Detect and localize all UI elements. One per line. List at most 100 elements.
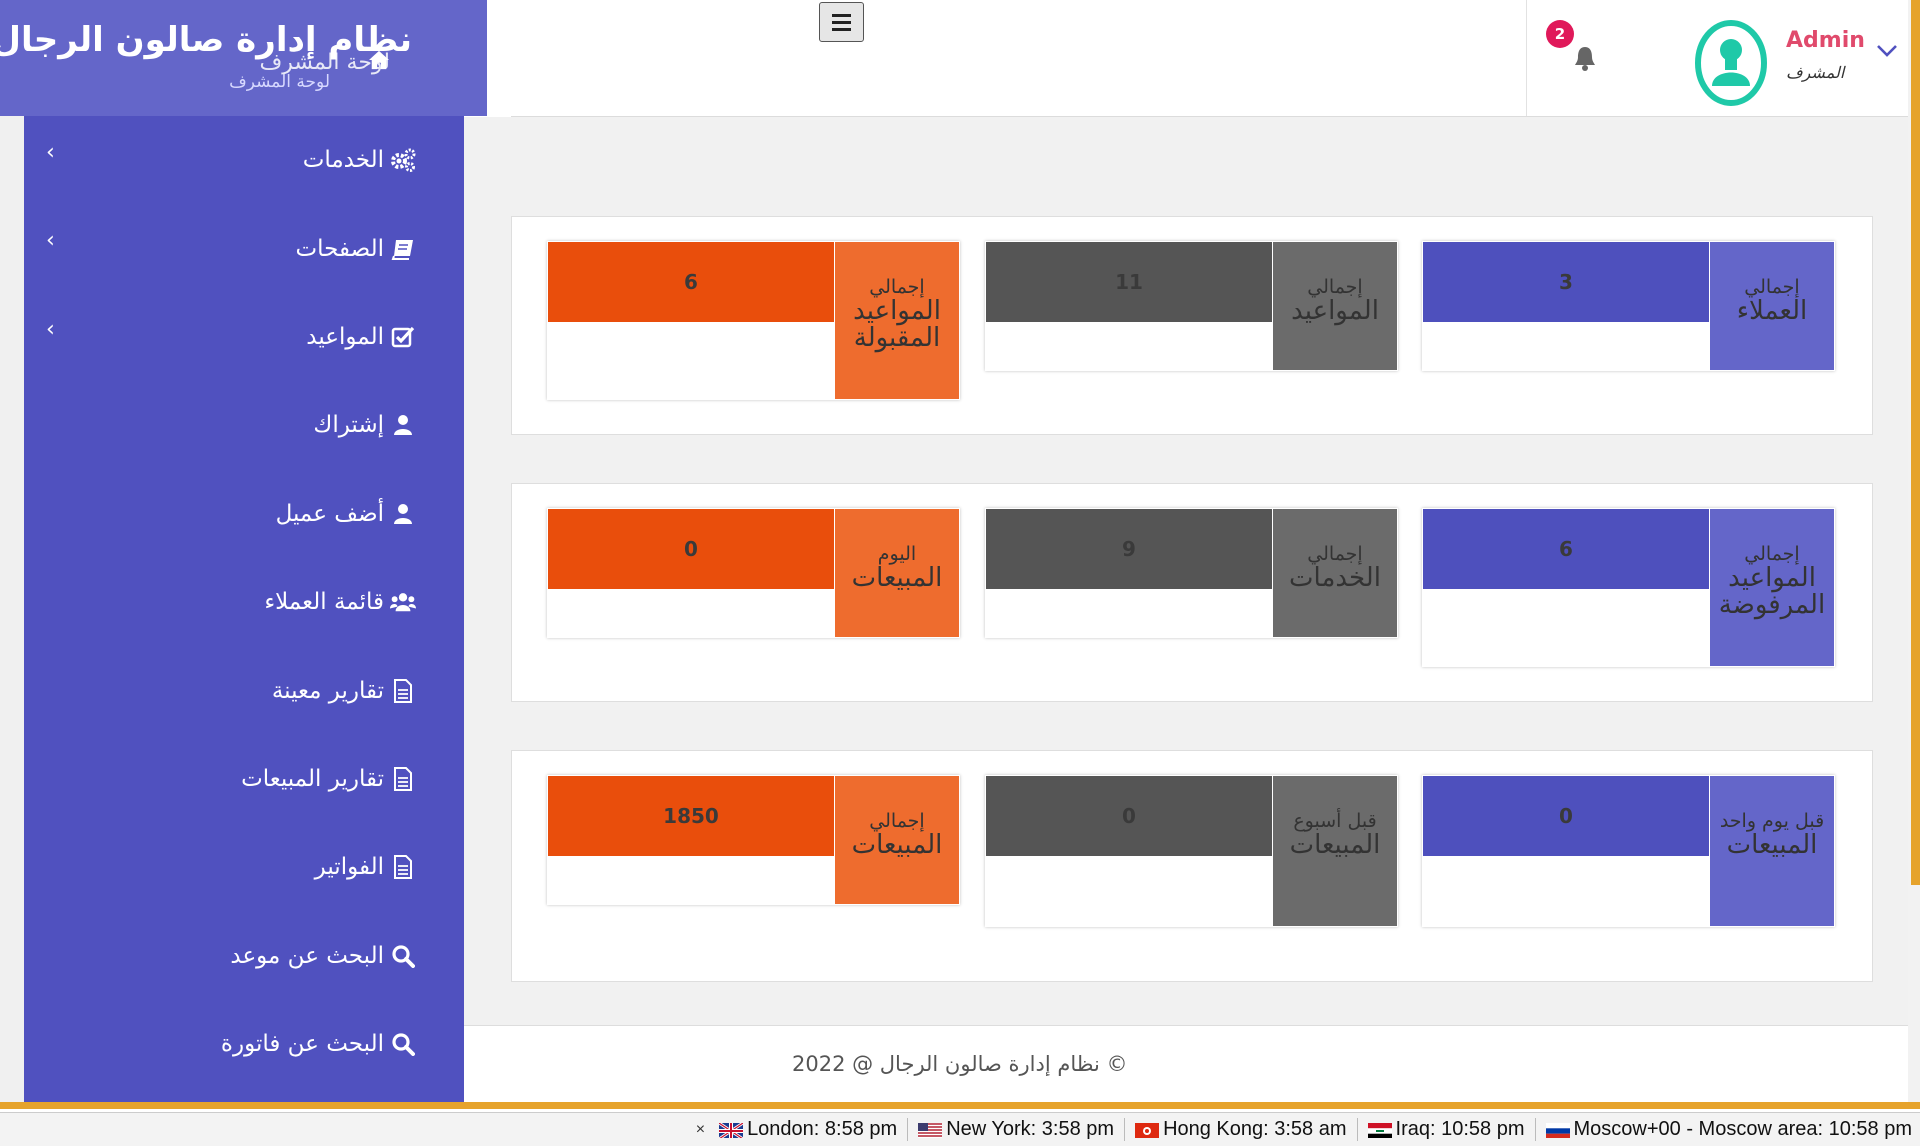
clock-label: Moscow+00 - Moscow area: 10:58 pm (1573, 1118, 1913, 1140)
sidebar-item-appointments[interactable]: ‹ المواعيد (24, 293, 464, 381)
menu-toggle-button[interactable] (819, 2, 864, 42)
vertical-scrollbar[interactable] (1908, 0, 1920, 1102)
clock-label: New York: 3:58 pm (946, 1118, 1115, 1140)
sidebar-menu: ‹ الخدمات ‹ الصفحات ‹ المواعيد إشتراك أض… (24, 116, 464, 1088)
chevron-left-icon: ‹ (46, 228, 55, 254)
stat-card-today-sales[interactable]: 0 اليوم المبيعات (547, 508, 960, 638)
stat-value: 6 (1423, 509, 1709, 589)
header-divider (1526, 0, 1527, 116)
users-icon (390, 590, 416, 614)
clock-label: Iraq: 10:58 pm (1395, 1118, 1525, 1140)
sidebar-item-label: البحث عن فاتورة (220, 1031, 384, 1058)
stat-label: قبل يوم واحد المبيعات (1710, 776, 1834, 926)
user-avatar-icon[interactable] (1694, 20, 1768, 106)
chevron-down-icon[interactable] (1876, 44, 1898, 58)
stat-card-accepted-appointments[interactable]: 6 إجمالي المواعيد المقبولة (547, 241, 960, 400)
sidebar-item-services[interactable]: ‹ الخدمات (24, 116, 464, 204)
stat-card-total-clients[interactable]: 3 إجمالي العملاء (1422, 241, 1835, 371)
sidebar-item-search-invoice[interactable]: البحث عن فاتورة (24, 1000, 464, 1088)
us-flag-icon (918, 1122, 943, 1138)
sidebar-item-label: الفواتير (314, 854, 384, 881)
stat-label: إجمالي المبيعات (835, 776, 959, 904)
sidebar-item-label: تقارير المبيعات (241, 765, 384, 792)
world-clock-bar: × London: 8:58 pm New York: 3:58 pm Hong… (0, 1112, 1920, 1146)
stat-label: إجمالي المواعيد (1273, 242, 1397, 370)
copyright-text: © نظام إدارة صالون الرجال @ 2022 (792, 1052, 1128, 1076)
book-icon (390, 237, 416, 261)
sidebar-item-specific-reports[interactable]: تقارير معينة (24, 646, 464, 734)
stat-value: 0 (986, 776, 1272, 856)
file-icon (390, 855, 416, 880)
stat-label: إجمالي المواعيد المقبولة (835, 242, 959, 399)
stats-row-1: 3 إجمالي العملاء 11 إجمالي المواعيد 6 إجما… (511, 216, 1873, 435)
sidebar-item-label: إشتراك (313, 412, 384, 439)
left-scroll-strip (0, 0, 24, 1102)
stat-card-total-sales[interactable]: 1850 إجمالي المبيعات (547, 775, 960, 905)
sidebar-item-label: أضف عميل (275, 500, 384, 527)
russia-flag-icon (1545, 1122, 1570, 1138)
iraq-flag-icon (1367, 1122, 1392, 1138)
notification-badge[interactable]: 2 (1546, 20, 1574, 48)
user-icon (390, 502, 416, 526)
stat-label: اليوم المبيعات (835, 509, 959, 637)
stat-value: 0 (548, 509, 834, 589)
stat-label: إجمالي الخدمات (1273, 509, 1397, 637)
search-icon (390, 944, 416, 968)
stat-value: 0 (1423, 776, 1709, 856)
sidebar-item-label: قائمة العملاء (264, 589, 384, 616)
stat-card-total-appointments[interactable]: 11 إجمالي المواعيد (985, 241, 1398, 371)
sidebar-item-label: المواعيد (306, 323, 384, 350)
sidebar-item-invoices[interactable]: الفواتير (24, 823, 464, 911)
chevron-left-icon: ‹ (46, 316, 55, 342)
page-footer: © نظام إدارة صالون الرجال @ 2022 (464, 1025, 1920, 1102)
clock-label: Hong Kong: 3:58 am (1163, 1118, 1347, 1140)
stat-card-total-services[interactable]: 9 إجمالي الخدمات (985, 508, 1398, 638)
sidebar-item-label: الصفحات (295, 235, 385, 262)
sidebar-item-label: تقارير معينة (271, 677, 384, 704)
sidebar-item-search-appointment[interactable]: البحث عن موعد (24, 912, 464, 1000)
user-icon (390, 413, 416, 437)
stat-value: 9 (986, 509, 1272, 589)
stat-label: قبل أسبوع المبيعات (1273, 776, 1397, 926)
search-icon (390, 1032, 416, 1057)
scrollbar-thumb[interactable] (1911, 0, 1920, 885)
chevron-left-icon: ‹ (46, 140, 55, 165)
stats-row-2: 6 إجمالي المواعيد المرفوضة 9 إجمالي الخدما… (511, 483, 1873, 702)
stat-label: إجمالي العملاء (1710, 242, 1834, 370)
stat-value: 1850 (548, 776, 834, 856)
stat-card-sales-one-day-ago[interactable]: 0 قبل يوم واحد المبيعات (1422, 775, 1835, 927)
sidebar-item-add-client[interactable]: أضف عميل (24, 470, 464, 558)
sidebar-item-label: الخدمات (302, 147, 384, 174)
user-name[interactable]: Admin (1786, 28, 1865, 53)
stat-value: 6 (548, 242, 834, 322)
sidebar-item-label: البحث عن موعد (230, 942, 384, 969)
file-icon (390, 766, 416, 791)
home-icon (369, 50, 389, 70)
clock-hong-kong: Hong Kong: 3:58 am (1125, 1118, 1358, 1141)
close-icon[interactable]: × (696, 1121, 705, 1139)
clock-label: London: 8:58 pm (747, 1118, 898, 1140)
hk-flag-icon (1135, 1122, 1160, 1138)
bell-icon[interactable] (1573, 44, 1597, 72)
sidebar-item-sales-reports[interactable]: تقارير المبيعات (24, 735, 464, 823)
stat-value: 11 (986, 242, 1272, 322)
sidebar-item-pages[interactable]: ‹ الصفحات (24, 204, 464, 292)
stats-row-3: 0 قبل يوم واحد المبيعات 0 قبل أسبوع المبيع… (511, 750, 1873, 982)
check-square-icon (390, 325, 416, 349)
clock-london: London: 8:58 pm (709, 1118, 909, 1141)
dashboard-content: 3 إجمالي العملاء 11 إجمالي المواعيد 6 إجما… (464, 117, 1920, 1025)
user-role: المشرف (1786, 63, 1845, 82)
app-subtitle: لوحة المشرف (229, 72, 330, 92)
sidebar-item-client-list[interactable]: قائمة العملاء (24, 558, 464, 646)
cogs-icon (390, 148, 416, 173)
clock-iraq: Iraq: 10:58 pm (1358, 1118, 1536, 1141)
uk-flag-icon (719, 1121, 744, 1138)
stat-card-rejected-appointments[interactable]: 6 إجمالي المواعيد المرفوضة (1422, 508, 1835, 667)
file-icon (390, 678, 416, 703)
window-bottom-border (0, 1102, 1920, 1109)
clock-moscow: Moscow+00 - Moscow area: 10:58 pm (1536, 1118, 1913, 1141)
sidebar-item-subscription[interactable]: إشتراك (24, 381, 464, 469)
brand-header[interactable]: نظام إدارة صالون الرجال لوحة المشرف لوحة… (0, 0, 487, 116)
stat-card-sales-one-week-ago[interactable]: 0 قبل أسبوع المبيعات (985, 775, 1398, 927)
stat-label: إجمالي المواعيد المرفوضة (1710, 509, 1834, 666)
